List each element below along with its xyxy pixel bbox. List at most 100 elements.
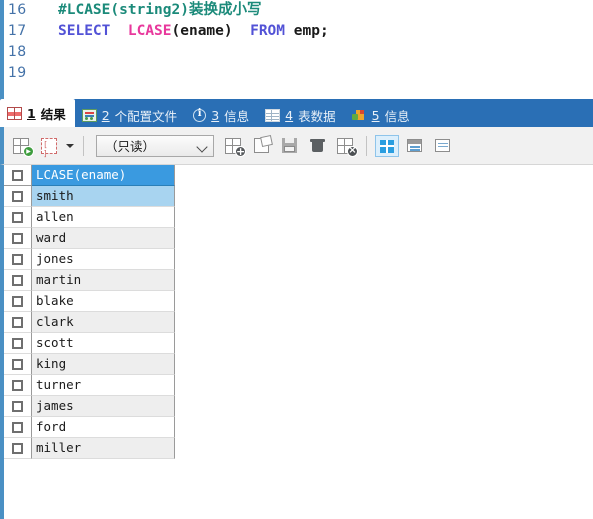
checkbox-icon[interactable]	[12, 421, 23, 433]
cell-value[interactable]: allen	[32, 207, 175, 228]
checkbox-icon[interactable]	[12, 400, 23, 412]
table-row[interactable]: miller	[4, 438, 593, 459]
checkbox-icon[interactable]	[12, 295, 23, 307]
table-row[interactable]: ward	[4, 228, 593, 249]
tab-number: 2	[101, 107, 110, 123]
cell-value[interactable]: ward	[32, 228, 175, 249]
form-view-button[interactable]	[403, 135, 427, 157]
cell-value[interactable]: jones	[32, 249, 175, 270]
delete-button[interactable]	[306, 135, 330, 157]
mode-select[interactable]: （只读）	[96, 134, 214, 157]
row-select-cell[interactable]	[4, 228, 32, 249]
table-row[interactable]: smith	[4, 186, 593, 207]
row-select-cell[interactable]	[4, 417, 32, 438]
grid-view-icon	[380, 139, 394, 153]
sql-space	[285, 23, 294, 39]
code-line: 18	[4, 42, 593, 63]
checkbox-icon[interactable]	[12, 253, 23, 265]
text-view-button[interactable]	[431, 135, 455, 157]
trash-icon	[310, 138, 325, 152]
checkbox-icon[interactable]	[12, 274, 23, 286]
row-select-cell[interactable]	[4, 249, 32, 270]
table-row[interactable]: blake	[4, 291, 593, 312]
checkbox-icon[interactable]	[12, 316, 23, 328]
checkbox-icon[interactable]	[12, 190, 23, 202]
cell-value[interactable]: scott	[32, 333, 175, 354]
cell-value[interactable]: miller	[32, 438, 175, 459]
checkbox-icon[interactable]	[12, 232, 23, 244]
toolbar-divider	[83, 135, 84, 156]
grid-empty-area[interactable]	[4, 459, 593, 519]
tab-label: 信息	[384, 108, 410, 124]
table-row[interactable]: james	[4, 396, 593, 417]
row-select-cell[interactable]	[4, 312, 32, 333]
row-select-cell[interactable]	[4, 375, 32, 396]
checkbox-icon[interactable]	[12, 379, 23, 391]
stop-button[interactable]	[38, 135, 62, 158]
tab-results[interactable]: 1 结果	[0, 99, 75, 127]
row-select-cell[interactable]	[4, 207, 32, 228]
grid-red-icon	[41, 137, 57, 158]
row-select-cell[interactable]	[4, 186, 32, 207]
column-header-lcase-ename[interactable]: LCASE(ename)	[32, 165, 175, 186]
cell-value[interactable]: clark	[32, 312, 175, 333]
table-row[interactable]: martin	[4, 270, 593, 291]
table-row[interactable]: king	[4, 354, 593, 375]
checkbox-icon[interactable]	[12, 211, 23, 223]
cell-value[interactable]: ford	[32, 417, 175, 438]
chevron-down-icon	[197, 140, 209, 152]
row-select-cell[interactable]	[4, 270, 32, 291]
remove-record-button[interactable]	[334, 135, 358, 157]
tab-info-5[interactable]: 5 信息	[345, 103, 419, 127]
table-row[interactable]: clark	[4, 312, 593, 333]
row-select-cell[interactable]	[4, 354, 32, 375]
table-row[interactable]: jones	[4, 249, 593, 270]
row-select-cell[interactable]	[4, 165, 32, 186]
floppy-save-icon	[282, 137, 297, 153]
row-select-cell[interactable]	[4, 396, 32, 417]
cell-value[interactable]: turner	[32, 375, 175, 396]
table-row[interactable]: allen	[4, 207, 593, 228]
row-select-cell[interactable]	[4, 291, 32, 312]
grid-view-button[interactable]	[375, 134, 399, 157]
tab-info-3[interactable]: 3 信息	[186, 103, 258, 127]
table-row[interactable]: turner	[4, 375, 593, 396]
mode-select-value: （只读）	[105, 139, 156, 154]
row-select-cell[interactable]	[4, 333, 32, 354]
sql-function-lcase: LCASE	[127, 23, 172, 39]
toolbar-divider	[366, 135, 367, 156]
cell-value[interactable]: james	[32, 396, 175, 417]
checkbox-icon[interactable]	[12, 358, 23, 370]
sql-keyword-select: SELECT	[58, 23, 111, 39]
table-row[interactable]: scott	[4, 333, 593, 354]
table-header-row: LCASE(ename)	[4, 165, 593, 186]
apply-changes-button[interactable]	[10, 135, 34, 157]
checkbox-icon[interactable]	[12, 169, 23, 181]
tab-table-data[interactable]: 4 表数据	[258, 103, 344, 127]
save-button[interactable]	[278, 135, 302, 157]
cell-value[interactable]: martin	[32, 270, 175, 291]
sql-editor[interactable]: 16 #LCASE(string2)装换成小写 17 SELECT LCASE(…	[0, 0, 593, 99]
sql-comment-token: #LCASE(string2)	[58, 2, 189, 18]
add-record-button[interactable]	[222, 135, 246, 158]
sql-space	[233, 23, 250, 39]
tab-profiles[interactable]: 2 个配置文件	[75, 103, 186, 127]
line-number: 18	[8, 44, 27, 60]
sql-comment-cjk-token: 装换成小写	[188, 2, 262, 18]
export-button[interactable]	[250, 135, 274, 157]
checkbox-icon[interactable]	[12, 442, 23, 454]
result-toolbar: （只读）	[0, 127, 593, 165]
status-blocks-icon	[351, 109, 367, 122]
result-tab-bar: 1 结果 2 个配置文件 3 信息 4 表数据 5 信息	[0, 99, 593, 127]
form-view-icon	[407, 138, 422, 152]
cell-value[interactable]: king	[32, 354, 175, 375]
result-grid[interactable]: LCASE(ename) smith allen ward jones mart…	[0, 165, 593, 519]
table-row[interactable]: ford	[4, 417, 593, 438]
tab-number: 5	[371, 107, 380, 123]
checkbox-icon[interactable]	[12, 337, 23, 349]
cell-value[interactable]: smith	[32, 186, 175, 207]
chevron-down-icon[interactable]	[66, 135, 75, 157]
row-select-cell[interactable]	[4, 438, 32, 459]
code-text: #LCASE(string2)装换成小写	[40, 0, 261, 21]
cell-value[interactable]: blake	[32, 291, 175, 312]
